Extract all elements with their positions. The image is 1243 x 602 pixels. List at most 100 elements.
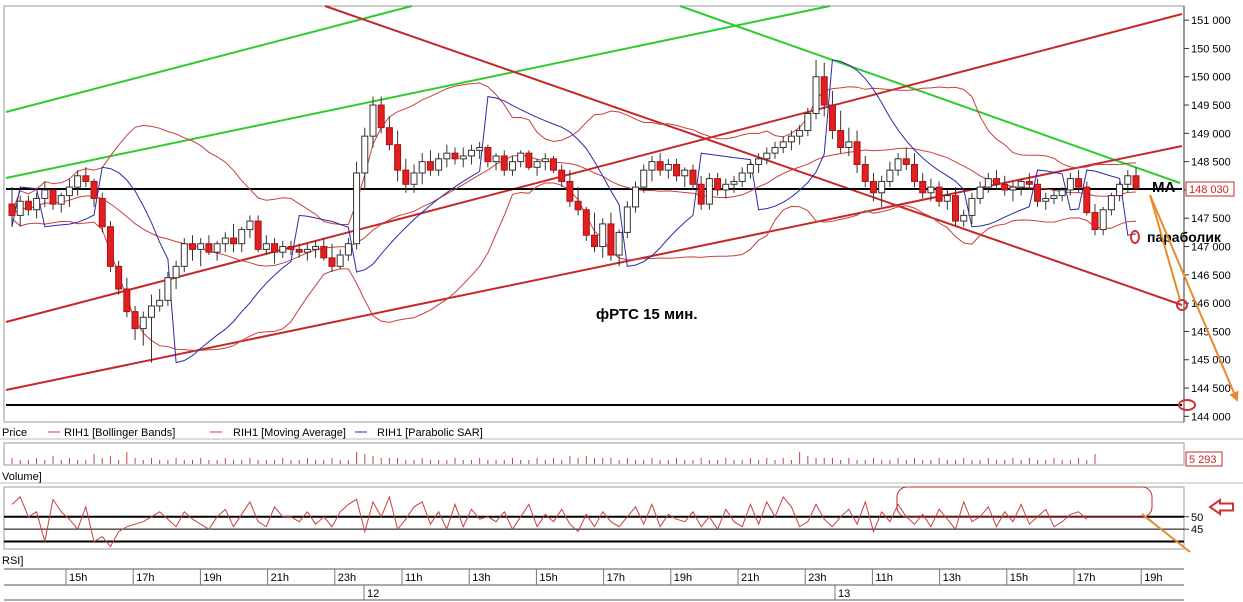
date-label: 13 bbox=[838, 588, 850, 600]
candle-up bbox=[894, 158, 902, 171]
candle-up bbox=[763, 152, 771, 160]
candle-up bbox=[1066, 178, 1074, 191]
legend-label: RIH1 [Moving Average] bbox=[233, 427, 346, 439]
candle-up bbox=[705, 178, 713, 205]
candle-up bbox=[508, 161, 516, 171]
candle-down bbox=[935, 186, 943, 202]
candle-up bbox=[16, 200, 24, 216]
candle-down bbox=[8, 203, 16, 216]
candle-down bbox=[549, 158, 557, 171]
y-axis: 144 000144 500145 000145 500146 000146 5… bbox=[1184, 15, 1231, 423]
chart-title: фРТС 15 мин. bbox=[596, 306, 698, 323]
candle-down bbox=[607, 223, 615, 256]
rsi-tick-label: 50 bbox=[1191, 512, 1203, 524]
candle-down bbox=[558, 169, 566, 182]
candle-down bbox=[853, 141, 861, 165]
volume-panel-label: Volume] bbox=[2, 471, 42, 483]
time-tick-label: 23h bbox=[338, 572, 356, 584]
candle-down bbox=[673, 163, 681, 177]
candle-up bbox=[213, 243, 221, 253]
time-tick-label: 11h bbox=[405, 572, 423, 584]
candle-down bbox=[82, 175, 90, 182]
time-tick-label: 15h bbox=[539, 572, 557, 584]
y-tick-label: 148 500 bbox=[1191, 157, 1231, 169]
candle-up bbox=[976, 186, 984, 199]
candle-up bbox=[369, 104, 377, 137]
y-tick-label: 150 500 bbox=[1191, 43, 1231, 55]
candle-down bbox=[861, 163, 869, 182]
legend-label: RIH1 [Parabolic SAR] bbox=[377, 427, 483, 439]
candle-down bbox=[90, 180, 98, 199]
candle-up bbox=[459, 155, 467, 160]
candle-down bbox=[1001, 183, 1009, 191]
candle-down bbox=[49, 189, 57, 205]
candle-up bbox=[771, 146, 779, 154]
candle-down bbox=[656, 161, 664, 171]
candle-down bbox=[697, 183, 705, 205]
candle-up bbox=[1099, 209, 1107, 231]
candle-up bbox=[238, 229, 246, 245]
candle-up bbox=[1017, 180, 1025, 188]
candle-down bbox=[328, 257, 336, 267]
candle-up bbox=[755, 158, 763, 165]
candle-up bbox=[443, 152, 451, 160]
candle-up bbox=[492, 155, 500, 163]
candle-down bbox=[295, 248, 303, 253]
candle-up bbox=[57, 195, 65, 205]
candle-up bbox=[336, 254, 344, 267]
time-tick-label: 17h bbox=[607, 572, 625, 584]
candle-up bbox=[344, 243, 352, 256]
candle-up bbox=[886, 169, 894, 182]
candle-up bbox=[787, 135, 795, 143]
candle-up bbox=[533, 161, 541, 168]
candle-up bbox=[664, 163, 672, 171]
candle-up bbox=[878, 180, 886, 194]
y-tick-label: 149 500 bbox=[1191, 100, 1231, 112]
candle-up bbox=[418, 161, 426, 174]
candle-up bbox=[1009, 186, 1017, 191]
candle-up bbox=[541, 158, 549, 163]
candle-up bbox=[1107, 195, 1115, 211]
candle-up bbox=[812, 76, 820, 115]
candle-down bbox=[394, 144, 402, 171]
rsi-tick-label: 45 bbox=[1191, 524, 1203, 536]
candle-down bbox=[1091, 212, 1099, 231]
candle-down bbox=[591, 234, 599, 248]
candle-up bbox=[804, 113, 812, 132]
candle-down bbox=[98, 197, 106, 228]
candle-down bbox=[385, 127, 393, 146]
candle-up bbox=[65, 186, 73, 197]
candle-up bbox=[262, 243, 270, 250]
candle-up bbox=[517, 152, 525, 163]
candle-down bbox=[919, 180, 927, 194]
candle-up bbox=[599, 223, 607, 248]
candle-down bbox=[123, 288, 131, 313]
candle-up bbox=[353, 172, 361, 245]
candle-up bbox=[1042, 197, 1050, 202]
y-tick-label: 147 500 bbox=[1191, 213, 1231, 225]
candle-up bbox=[796, 130, 804, 137]
candle-up bbox=[172, 265, 180, 279]
y-tick-label: 151 000 bbox=[1191, 15, 1231, 27]
candle-up bbox=[738, 172, 746, 182]
candle-down bbox=[131, 311, 139, 330]
candle-up bbox=[476, 146, 484, 151]
candle-down bbox=[287, 246, 295, 250]
candle-down bbox=[24, 200, 32, 211]
candle-up bbox=[197, 243, 205, 250]
candle-down bbox=[837, 130, 845, 148]
candle-down bbox=[1075, 178, 1083, 188]
candle-down bbox=[582, 209, 590, 236]
time-tick-label: 17h bbox=[136, 572, 154, 584]
candle-down bbox=[320, 246, 328, 259]
candle-up bbox=[312, 246, 320, 250]
candle-down bbox=[714, 178, 722, 191]
y-tick-label: 149 000 bbox=[1191, 128, 1231, 140]
candle-up bbox=[246, 220, 254, 231]
candle-down bbox=[271, 243, 279, 253]
candle-up bbox=[74, 175, 82, 188]
candle-down bbox=[484, 146, 492, 163]
time-tick-label: 15h bbox=[69, 572, 87, 584]
candle-down bbox=[230, 237, 238, 245]
y-tick-label: 146 500 bbox=[1191, 270, 1231, 282]
